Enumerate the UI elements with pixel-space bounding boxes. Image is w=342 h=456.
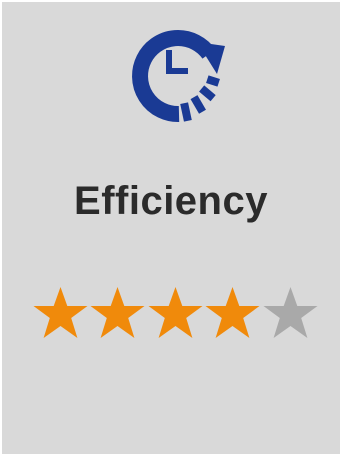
star-icon-3 <box>148 287 203 338</box>
star-icon-5 <box>263 287 318 338</box>
clock-refresh-icon <box>121 24 231 128</box>
star-shape <box>205 287 260 338</box>
star-shape <box>33 287 88 338</box>
star-shape <box>90 287 145 338</box>
card-title: Efficiency <box>74 179 268 223</box>
efficiency-card: Efficiency <box>2 2 340 454</box>
star-shape <box>263 287 318 338</box>
star-icon-1 <box>33 287 88 338</box>
star-icon-2 <box>90 287 145 338</box>
star-rating <box>32 286 320 342</box>
star-shape <box>148 287 203 338</box>
star-icon-4 <box>205 287 260 338</box>
